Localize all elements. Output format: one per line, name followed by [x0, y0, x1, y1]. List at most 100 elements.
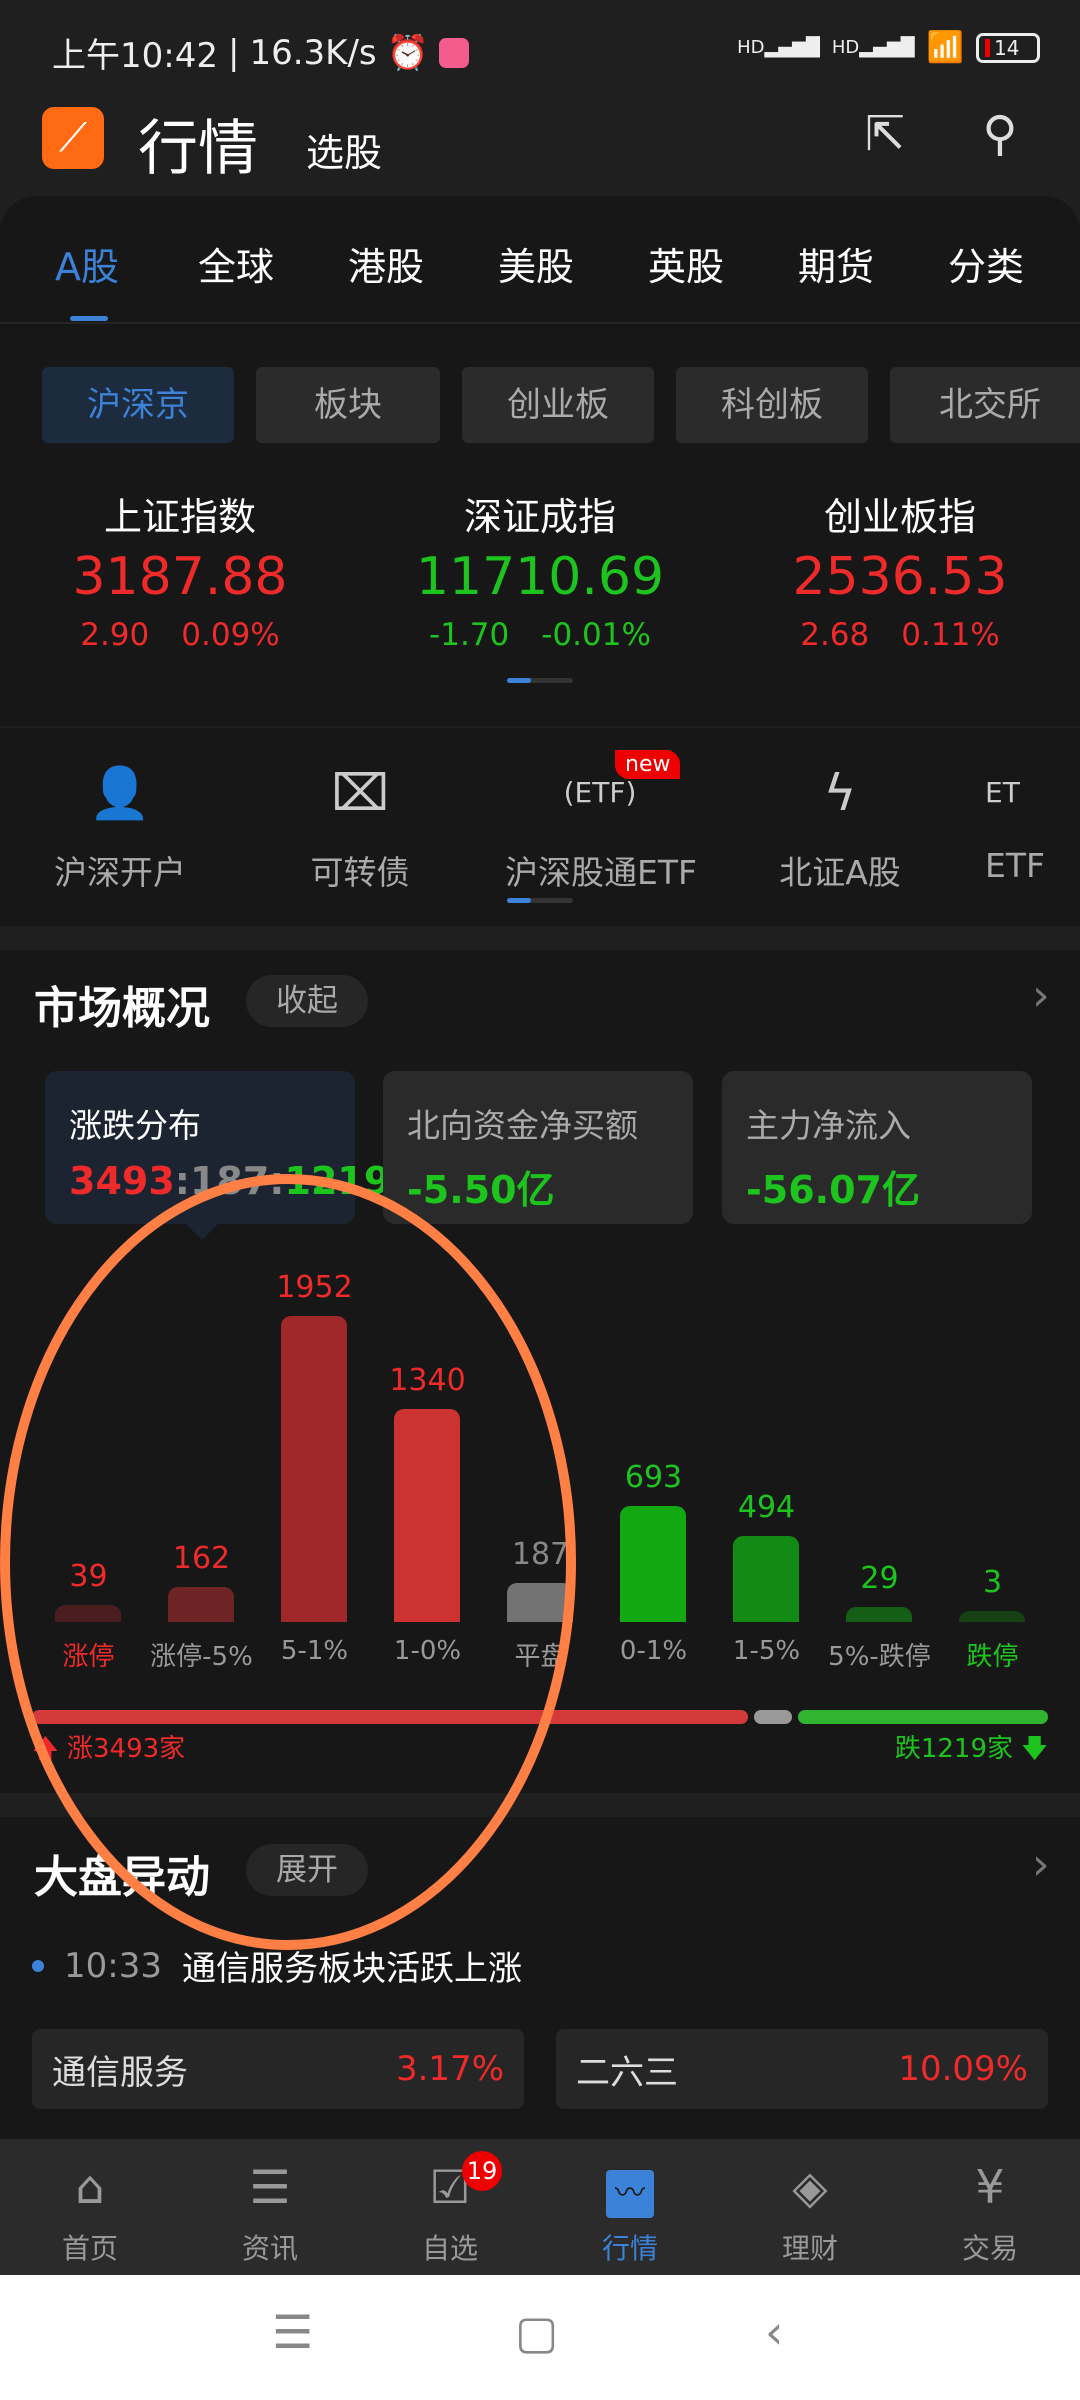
divider: [0, 322, 1080, 324]
index-sse[interactable]: 上证指数 3187.88 2.90 0.09%: [20, 486, 340, 653]
up-count: 🡅 涨3493家: [32, 1734, 186, 1764]
category-label: 涨停: [62, 1642, 115, 1672]
bar-8: [959, 1610, 1025, 1622]
bar-value-label: 693: [624, 1460, 683, 1496]
bar-value-label: 29: [860, 1560, 899, 1596]
stock-picker-link[interactable]: 选股: [306, 122, 382, 177]
nav-watchlist[interactable]: ☑ 19 自选: [390, 2151, 510, 2267]
nav-wealth[interactable]: ◈ 理财: [750, 2157, 870, 2267]
ratio-segment-flat: [753, 1710, 793, 1724]
signal-icon: HD▂▄▆█: [737, 37, 820, 58]
bar-5: [620, 1506, 686, 1622]
bar-value-label: 187: [511, 1536, 570, 1572]
bar-value-label: 1952: [276, 1270, 353, 1306]
ratio-segment-up: [32, 1710, 748, 1724]
bar-value-label: 3: [982, 1564, 1003, 1600]
wifi-icon: 📶: [926, 30, 964, 65]
tab-a-shares[interactable]: A股: [55, 236, 119, 291]
search-icon[interactable]: ⚲: [970, 106, 1030, 166]
nav-market[interactable]: 〰行情: [570, 2157, 690, 2267]
app-header: ⟋ 行情 选股 ⇱ ⚲: [0, 100, 1080, 196]
signal-icon: HD▂▄▆█: [831, 37, 915, 58]
up-down-ratio-bar: [32, 1710, 1049, 1724]
chip-chinext[interactable]: 创业板: [462, 367, 654, 443]
index-panel: A股 全球 港股 美股 英股 期货 分类 沪深京 板块 创业板 科创板 北交所 …: [0, 196, 1080, 726]
status-bar: 上午10:42 | 16.3K/s ⏰ HD▂▄▆█ HD▂▄▆█ 📶 14: [0, 0, 1080, 100]
page-indicator: [507, 678, 573, 683]
distribution-chart: 39 涨停 162 涨停-5% 1952 5-1% 1340 1-0% 187 平盘 693 0-1%…: [0, 950, 1080, 1793]
etf-icon: ET: [985, 776, 1020, 809]
home-icon: ⌂: [75, 2160, 105, 2214]
category-label: 跌停: [966, 1642, 1019, 1672]
notification-badge: 19: [462, 2151, 502, 2191]
market-chart-icon: 〰: [570, 2157, 690, 2218]
user-plus-icon: 👤: [88, 764, 152, 822]
stock-tag[interactable]: 二六三 10.09%: [556, 2029, 1048, 2109]
bar-value-label: 1340: [389, 1362, 466, 1398]
category-label: 1-0%: [393, 1636, 462, 1666]
bullet-icon: [32, 1959, 44, 1972]
quick-open-account[interactable]: 👤 沪深开户: [25, 758, 215, 894]
bar-4: [507, 1582, 573, 1622]
category-label: 5-1%: [280, 1636, 349, 1666]
home-button-icon[interactable]: ▢: [515, 2305, 558, 2359]
nav-news[interactable]: ☰ 资讯: [210, 2157, 330, 2267]
active-tab-indicator: [70, 316, 108, 321]
nav-home[interactable]: ⌂ 首页: [30, 2157, 150, 2267]
page-title: 行情: [138, 114, 258, 184]
back-icon[interactable]: ‹: [765, 2305, 783, 2359]
bar-3: [394, 1408, 460, 1622]
chevron-right-icon[interactable]: ›: [1032, 1839, 1050, 1890]
status-time: 上午10:42: [52, 36, 218, 76]
share-icon[interactable]: ⇱: [855, 106, 915, 166]
tab-us[interactable]: 美股: [498, 236, 574, 291]
category-label: 平盘: [514, 1642, 567, 1672]
chip-hushenjing[interactable]: 沪深京: [42, 367, 234, 443]
quick-etf[interactable]: ET ETF: [985, 758, 1080, 885]
nav-trade[interactable]: ¥ 交易: [930, 2157, 1050, 2267]
bottom-nav: ⌂ 首页 ☰ 资讯 ☑ 19 自选 〰行情 ◈ 理财 ¥ 交易: [0, 2139, 1080, 2275]
category-label: 1-5%: [732, 1636, 801, 1666]
category-label: 5%-跌停: [828, 1642, 931, 1672]
tab-category[interactable]: 分类: [948, 236, 1024, 291]
news-item[interactable]: 10:33 通信服务板块活跃上涨: [32, 1941, 522, 1990]
tab-futures[interactable]: 期货: [798, 236, 874, 291]
bar-7: [846, 1606, 912, 1622]
sector-tag[interactable]: 通信服务 3.17%: [32, 2029, 524, 2109]
network-speed: 16.3K/s: [249, 32, 377, 73]
down-count: 跌1219家 🡇: [894, 1734, 1048, 1764]
lightning-icon: ϟ: [823, 764, 857, 822]
ratio-segment-down: [798, 1710, 1049, 1724]
page-indicator: [507, 898, 573, 903]
quick-entries: 👤 沪深开户 ⌧ 可转债 (ETF) new 沪深股通ETF ϟ 北证A股 ET…: [0, 728, 1080, 926]
menu-icon[interactable]: ☰: [272, 2305, 313, 2359]
category-label: 0-1%: [619, 1636, 688, 1666]
quick-bse-a[interactable]: ϟ 北证A股: [745, 758, 935, 894]
tab-uk[interactable]: 英股: [648, 236, 724, 291]
market-movements: 大盘异动 展开 › 10:33 通信服务板块活跃上涨 通信服务 3.17% 二六三…: [0, 1817, 1080, 2139]
news-icon: ☰: [249, 2160, 291, 2214]
market-overview: 市场概况 收起 › 涨跌分布 3493:187:1219 北向资金净买额 -5.…: [0, 950, 1080, 1793]
bar-2: [281, 1316, 347, 1622]
alarm-icon: ⏰: [386, 32, 429, 73]
system-nav-bar: ☰ ▢ ‹: [0, 2275, 1080, 2400]
trade-yen-icon: ¥: [975, 2160, 1005, 2214]
section-title: 大盘异动: [34, 1852, 210, 1903]
bar-6: [733, 1536, 799, 1622]
chip-sectors[interactable]: 板块: [256, 367, 440, 443]
category-label: 涨停-5%: [150, 1642, 253, 1672]
app-logo: ⟋: [42, 107, 104, 169]
bar-value-label: 39: [69, 1559, 108, 1595]
index-szse[interactable]: 深证成指 11710.69 -1.70 -0.01%: [380, 486, 700, 653]
bar-1: [168, 1586, 234, 1622]
index-chinext[interactable]: 创业板指 2536.53 2.68 0.11%: [740, 486, 1060, 653]
chip-bse[interactable]: 北交所: [890, 367, 1080, 443]
quick-connect-etf[interactable]: (ETF) new 沪深股通ETF: [505, 750, 697, 894]
tab-hk[interactable]: 港股: [348, 236, 424, 291]
expand-button[interactable]: 展开: [246, 1844, 368, 1896]
chip-star[interactable]: 科创板: [676, 367, 868, 443]
tab-global[interactable]: 全球: [198, 236, 274, 291]
wealth-icon: ◈: [792, 2160, 828, 2214]
bilibili-icon: [438, 37, 469, 68]
quick-convertible-bond[interactable]: ⌧ 可转债: [265, 758, 455, 894]
